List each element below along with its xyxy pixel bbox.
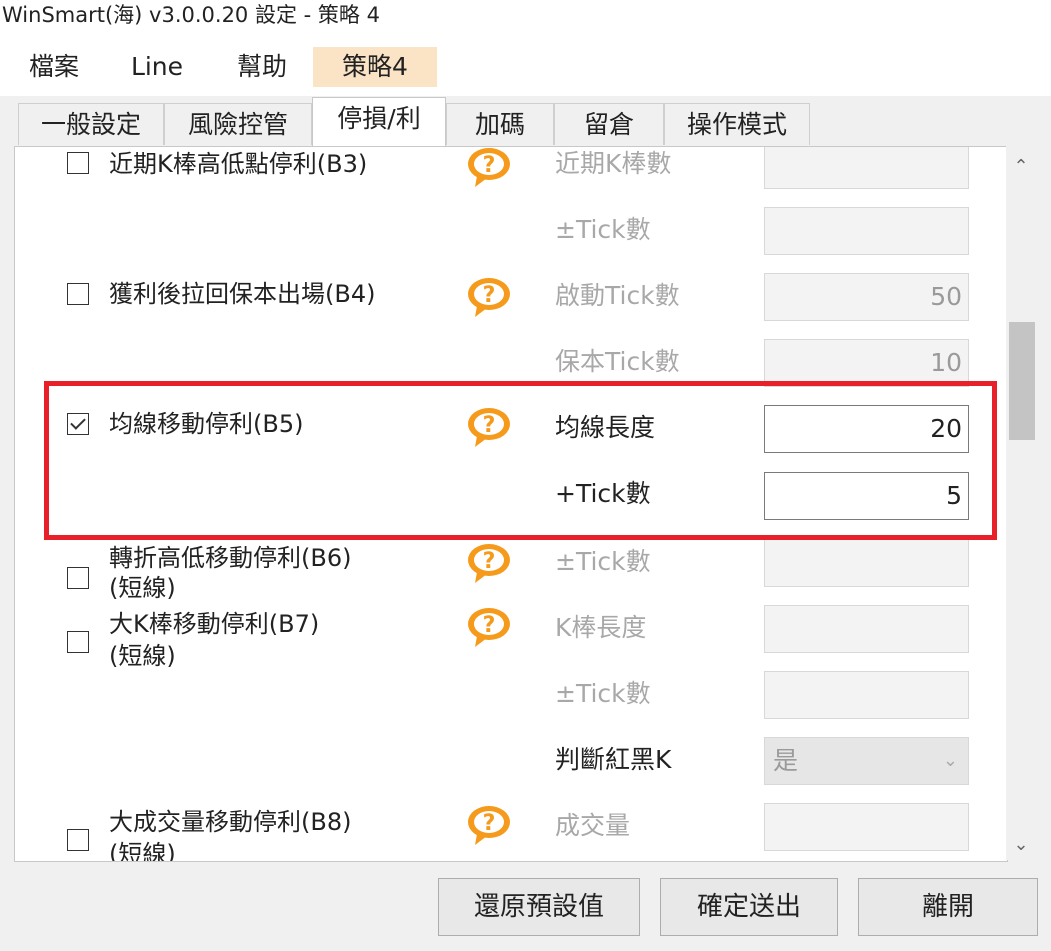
field-label-tick-b7: ±Tick數 — [555, 679, 651, 708]
field-label-tick-b3: ±Tick數 — [555, 215, 651, 244]
field-label-volume: 成交量 — [555, 811, 631, 840]
restore-defaults-button[interactable]: 還原預設值 — [438, 878, 640, 936]
tab-general[interactable]: 一般設定 — [18, 103, 164, 145]
help-icon[interactable] — [465, 146, 513, 189]
tick-b6-input[interactable] — [764, 539, 969, 587]
stop-profit-panel: 近期K棒高低點停利(B3) 近期K棒數 ±Tick數 獲利後拉回保本出場(B4)… — [14, 146, 1008, 862]
field-label-recent-k-count: 近期K棒數 — [555, 149, 672, 178]
window-title-bar: WinSmart(海) v3.0.0.20 設定 - 策略 4 — [0, 0, 1051, 40]
help-icon[interactable] — [465, 405, 513, 449]
tab-operation-mode[interactable]: 操作模式 — [664, 103, 810, 145]
option-label-b6: 轉折高低移動停利(B6) — [109, 544, 352, 572]
chevron-down-icon: ⌄ — [942, 750, 958, 771]
k-length-input[interactable] — [764, 605, 969, 653]
checkbox-b5[interactable] — [67, 413, 89, 435]
option-label-b3: 近期K棒高低點停利(B3) — [109, 150, 368, 178]
checkbox-b6[interactable] — [67, 567, 89, 589]
ma-length-input[interactable]: 20 — [764, 405, 969, 453]
menu-help[interactable]: 幫助 — [218, 47, 306, 87]
tab-add-position[interactable]: 加碼 — [446, 103, 554, 145]
judge-select-value: 是 — [773, 746, 799, 775]
field-label-breakeven-tick: 保本Tick數 — [555, 347, 680, 376]
field-label-tick-b6: ±Tick數 — [555, 547, 651, 576]
tab-hold-overnight[interactable]: 留倉 — [554, 103, 664, 145]
scroll-thumb[interactable] — [1009, 322, 1035, 440]
option-label-b5: 均線移動停利(B5) — [109, 410, 304, 438]
option-sublabel-b6: (短線) — [109, 574, 176, 602]
checkbox-b7[interactable] — [67, 631, 89, 653]
menu-bar: 檔案 Line 幫助 策略4 — [0, 40, 1051, 96]
menu-strategy-4[interactable]: 策略4 — [313, 47, 437, 87]
help-icon[interactable] — [465, 541, 513, 585]
menu-file[interactable]: 檔案 — [10, 47, 98, 87]
field-label-start-tick: 啟動Tick數 — [555, 281, 680, 310]
option-label-b8: 大成交量移動停利(B8) — [109, 808, 352, 836]
option-sublabel-b7: (短線) — [109, 642, 176, 670]
recent-k-count-input[interactable] — [764, 147, 969, 189]
help-icon[interactable] — [465, 803, 513, 847]
tab-stop-loss-profit[interactable]: 停損/利 — [312, 97, 446, 146]
leave-button[interactable]: 離開 — [858, 878, 1038, 936]
tab-risk[interactable]: 風險控管 — [164, 103, 312, 145]
option-label-b7: 大K棒移動停利(B7) — [109, 610, 320, 638]
field-label-ma-length: 均線長度 — [555, 413, 656, 442]
field-label-plus-tick: +Tick數 — [555, 479, 651, 508]
scroll-up-icon[interactable]: ⌃ — [1006, 152, 1036, 182]
field-label-judge-red-black-k: 判斷紅黑K — [555, 745, 672, 774]
option-sublabel-b8: (短線) — [109, 840, 176, 862]
volume-input[interactable] — [764, 803, 969, 851]
option-label-b4: 獲利後拉回保本出場(B4) — [109, 280, 376, 308]
field-label-k-length: K棒長度 — [555, 613, 647, 642]
tab-strip: 一般設定 風險控管 停損/利 加碼 留倉 操作模式 — [0, 96, 1051, 146]
window-title: WinSmart(海) v3.0.0.20 設定 - 策略 4 — [2, 3, 380, 27]
menu-line[interactable]: Line — [113, 47, 201, 87]
scroll-down-icon[interactable]: ⌄ — [1006, 830, 1036, 860]
checkbox-b8[interactable] — [67, 829, 89, 851]
checkbox-b3[interactable] — [67, 152, 89, 174]
help-icon[interactable] — [465, 275, 513, 319]
start-tick-input[interactable]: 50 — [764, 273, 969, 321]
judge-red-black-k-select[interactable]: 是 ⌄ — [764, 737, 969, 785]
breakeven-tick-input[interactable]: 10 — [764, 339, 969, 387]
help-icon[interactable] — [465, 605, 513, 649]
confirm-submit-button[interactable]: 確定送出 — [660, 878, 838, 936]
plus-tick-input[interactable]: 5 — [764, 472, 969, 520]
tick-b7-input[interactable] — [764, 671, 969, 719]
tick-b3-input[interactable] — [764, 207, 969, 255]
checkbox-b4[interactable] — [67, 283, 89, 305]
vertical-scrollbar[interactable]: ⌃ ⌄ — [1006, 146, 1036, 860]
